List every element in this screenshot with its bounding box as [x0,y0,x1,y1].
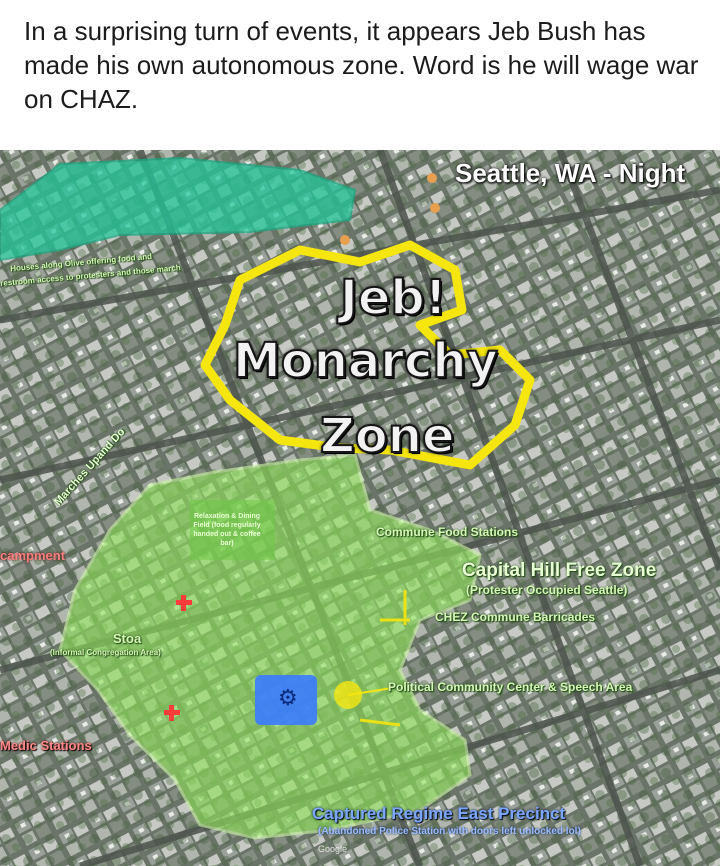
precinct-icon: ⚙ [278,686,298,711]
precinct-title: Captured Regime East Precinct [312,804,566,823]
google-watermark: Google [318,844,348,854]
stoa-label: Stoa [113,631,142,646]
monarchy-title-line1: Jeb! [339,269,448,327]
stoa-subtitle: (Informal Congregation Area) [50,648,161,657]
city-label: Seattle, WA - Night [455,158,686,188]
barricades-label: CHEZ Commune Barricades [435,610,596,624]
relaxation-field-label: Relaxation & Dining Field (food regularl… [193,513,261,547]
monarchy-title-line2: Monarchy [232,332,499,390]
precinct-subtitle: (Abandoned Police Station with doors lef… [318,826,581,837]
political-center-label: Political Community Center & Speech Area [388,680,633,694]
encampment-label: campment [0,548,66,563]
post-caption: In a surprising turn of events, it appea… [24,16,699,114]
annotated-map-image: ⚙ Seattle, WA - Night Jeb! Monarchy Zone… [0,150,720,866]
monarchy-title-line3: Zone [319,407,456,465]
food-stations-label: Commune Food Stations [376,525,518,539]
medic-stations-label: Medic Stations [0,738,92,753]
free-zone-title: Capital Hill Free Zone [462,560,657,581]
free-zone-subtitle: (Protester Occupied Seattle) [466,583,628,597]
